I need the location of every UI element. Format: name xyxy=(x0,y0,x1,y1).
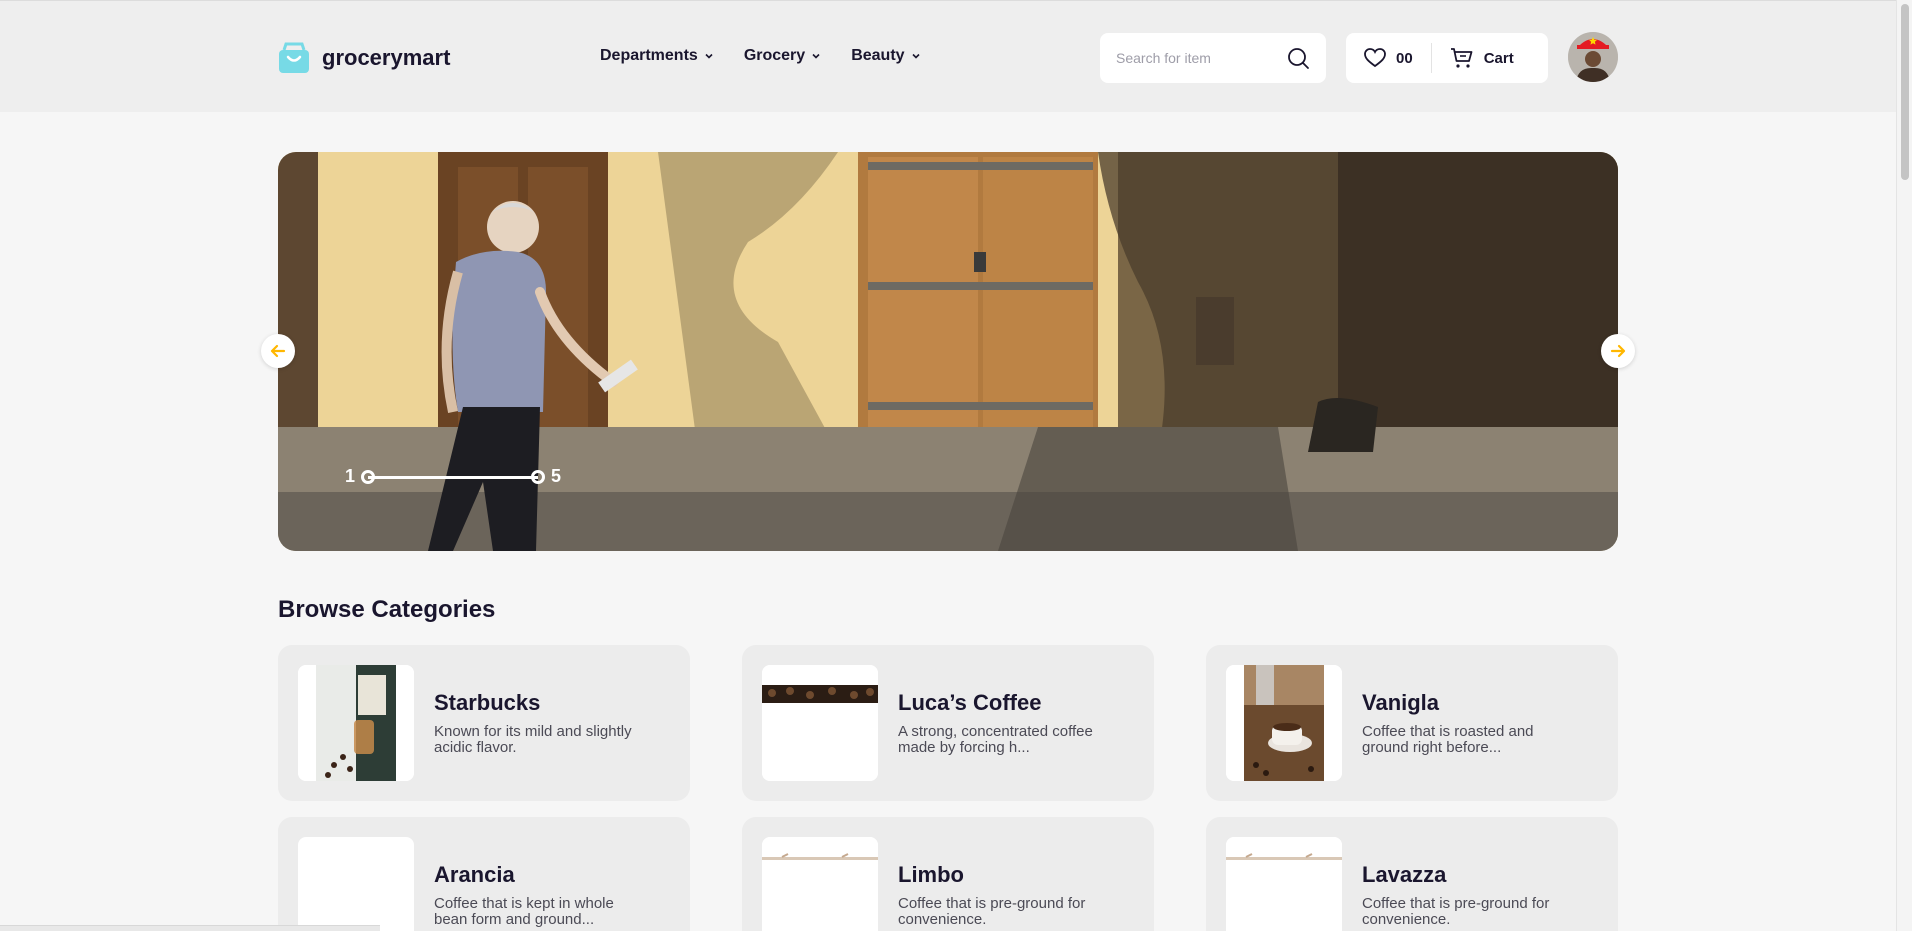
header: grocerymart Departments Grocery Beauty 0… xyxy=(0,0,1896,112)
category-thumbnail xyxy=(762,837,878,931)
category-description: Coffee that is pre-ground for convenienc… xyxy=(1362,895,1550,928)
category-description: A strong, concentrated coffee made by fo… xyxy=(898,723,1093,756)
category-thumbnail xyxy=(762,665,878,781)
category-info: Starbucks Known for its mild and slightl… xyxy=(434,690,634,756)
category-grid: Starbucks Known for its mild and slightl… xyxy=(278,645,1618,931)
status-bar xyxy=(0,925,380,931)
heart-icon xyxy=(1364,48,1386,68)
cart-label: Cart xyxy=(1483,49,1514,67)
search-input[interactable] xyxy=(1116,50,1276,66)
category-title: Lavazza xyxy=(1362,862,1447,887)
category-card[interactable]: Luca’s Coffee A strong, concentrated cof… xyxy=(742,645,1154,801)
next-slide-button[interactable] xyxy=(1601,334,1635,368)
nav-label: Grocery xyxy=(743,47,806,64)
slide-indicator: 1 5 xyxy=(345,466,561,487)
section-title: Browse Categories xyxy=(278,596,496,623)
scrollbar[interactable] xyxy=(1896,0,1912,931)
category-thumbnail xyxy=(298,665,414,781)
slide-handle-start[interactable] xyxy=(361,469,376,484)
nav-label: Beauty xyxy=(851,47,905,64)
avatar-image xyxy=(1568,32,1618,82)
category-title: Starbucks xyxy=(434,690,541,715)
category-info: Arancia Coffee that is kept in whole bea… xyxy=(434,862,634,928)
logo[interactable]: grocerymart xyxy=(278,42,450,74)
category-card[interactable]: Vanigla Coffee that is roasted and groun… xyxy=(1206,645,1618,801)
category-info: Vanigla Coffee that is roasted and groun… xyxy=(1362,690,1562,756)
slide-start: 1 xyxy=(345,466,356,486)
category-card[interactable]: Starbucks Known for its mild and slightl… xyxy=(278,645,690,801)
slide-handle-end[interactable] xyxy=(531,469,546,484)
main-nav: Departments Grocery Beauty xyxy=(600,47,921,65)
nav-label: Departments xyxy=(600,47,698,64)
category-title: Luca’s Coffee xyxy=(898,690,1042,715)
category-thumbnail xyxy=(1226,837,1342,931)
slide-track-line xyxy=(368,475,539,479)
category-info: Luca’s Coffee A strong, concentrated cof… xyxy=(898,690,1098,756)
favorites-count: 00 xyxy=(1396,49,1413,67)
nav-departments[interactable]: Departments xyxy=(600,47,714,65)
cart-button[interactable]: Cart xyxy=(1432,33,1532,83)
category-info: Limbo Coffee that is pre-ground for conv… xyxy=(898,862,1098,928)
category-title: Limbo xyxy=(898,862,964,887)
hero-image xyxy=(278,152,1618,551)
category-card[interactable]: Limbo Coffee that is pre-ground for conv… xyxy=(742,817,1154,931)
search-icon[interactable] xyxy=(1286,46,1310,70)
nav-grocery[interactable]: Grocery xyxy=(744,47,821,65)
category-description: Coffee that is kept in whole bean form a… xyxy=(434,895,614,928)
category-description: Known for its mild and slightly acidic f… xyxy=(434,723,632,756)
category-title: Vanigla xyxy=(1362,690,1440,715)
header-actions: 00 Cart xyxy=(1346,33,1548,83)
chevron-down-icon xyxy=(812,53,820,59)
shopping-bag-icon xyxy=(279,42,309,73)
avatar[interactable] xyxy=(1568,32,1618,82)
category-title: Arancia xyxy=(434,862,515,887)
scrollbar-thumb[interactable] xyxy=(1901,4,1909,180)
category-info: Lavazza Coffee that is pre-ground for co… xyxy=(1362,862,1562,928)
category-description: Coffee that is roasted and ground right … xyxy=(1362,723,1534,756)
category-card[interactable]: Arancia Coffee that is kept in whole bea… xyxy=(278,817,690,931)
arrow-left-icon xyxy=(270,344,286,358)
category-thumbnail xyxy=(1226,665,1342,781)
chevron-down-icon xyxy=(705,53,713,59)
prev-slide-button[interactable] xyxy=(261,334,295,368)
category-card[interactable]: Lavazza Coffee that is pre-ground for co… xyxy=(1206,817,1618,931)
brand-name: grocerymart xyxy=(322,45,451,70)
search-box xyxy=(1100,33,1326,83)
cart-icon xyxy=(1450,48,1473,68)
category-thumbnail xyxy=(298,837,414,931)
chevron-down-icon xyxy=(911,53,920,59)
slide-end: 5 xyxy=(551,466,562,486)
favorites-button[interactable]: 00 xyxy=(1346,33,1431,83)
hero-slider[interactable] xyxy=(278,152,1618,551)
category-description: Coffee that is pre-ground for convenienc… xyxy=(898,895,1086,928)
nav-beauty[interactable]: Beauty xyxy=(851,47,920,65)
arrow-right-icon xyxy=(1610,344,1626,358)
slide-track[interactable] xyxy=(361,469,546,484)
